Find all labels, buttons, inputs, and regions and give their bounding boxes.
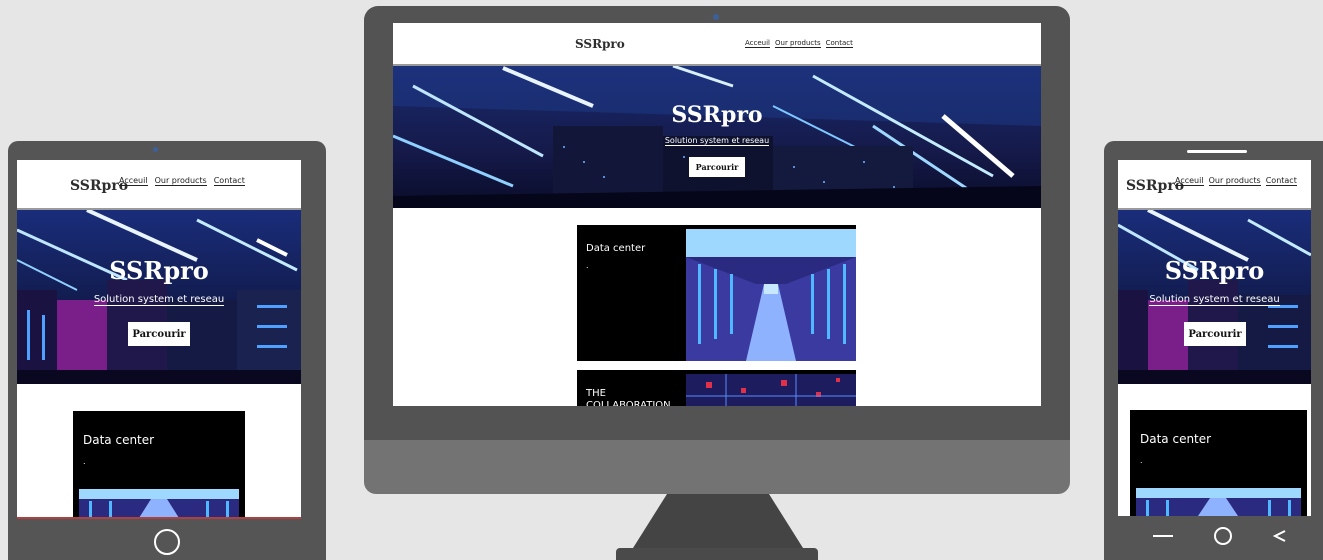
site-header: SSRpro Acceuil Our products Contact <box>393 23 1041 66</box>
nav-links: Acceuil Our products Contact <box>119 176 245 186</box>
tablet-website: SSRpro Acceuil Our products Contact SSRp… <box>17 160 301 518</box>
recent-apps-dash-icon[interactable] <box>1153 535 1173 537</box>
card-text: . <box>83 457 86 466</box>
hero-title: SSRpro <box>1164 256 1265 285</box>
card-circuit-image <box>686 374 856 406</box>
site-header: SSRpro Acceuil Our products Contact <box>1118 160 1311 210</box>
monitor-camera <box>713 14 719 20</box>
hero-subtitle: Solution system et reseau <box>664 136 770 146</box>
site-logo[interactable]: SSRpro <box>575 37 625 51</box>
site-header: SSRpro Acceuil Our products Contact <box>17 160 301 210</box>
nav-links: Acceuil Our products Contact <box>1175 176 1297 186</box>
phone-website: SSRpro Acceuil Our products Contact SSRp… <box>1118 160 1311 516</box>
parcourir-button[interactable]: Parcourir <box>689 157 745 177</box>
monitor-stand-neck <box>633 494 803 548</box>
hero-title: SSRpro <box>109 256 209 285</box>
back-chevron-icon[interactable] <box>1272 527 1288 545</box>
home-circle-icon[interactable] <box>154 529 180 555</box>
nav-link-home[interactable]: Acceuil <box>1175 176 1204 186</box>
card-data-center[interactable]: Data center . <box>73 411 245 518</box>
nav-links: Acceuil Our products Contact <box>745 39 853 48</box>
home-circle-icon[interactable] <box>1214 527 1232 545</box>
tablet-camera <box>153 147 158 152</box>
card-title: Data center <box>586 243 646 254</box>
tablet-screen-edge <box>17 517 301 519</box>
monitor-chin <box>364 440 1070 494</box>
card-data-center[interactable]: Data center . <box>577 225 856 361</box>
card-datacenter-image <box>1136 488 1301 516</box>
card-text: . <box>1140 456 1143 465</box>
nav-link-contact[interactable]: Contact <box>213 176 245 186</box>
hero-subtitle: Solution system et reseau <box>93 294 225 306</box>
parcourir-button[interactable]: Parcourir <box>1184 322 1246 346</box>
card-collaboration[interactable]: THE COLLABORATION <box>577 370 856 406</box>
card-datacenter-image <box>686 229 856 361</box>
parcourir-button[interactable]: Parcourir <box>128 322 190 346</box>
hero-banner: SSRpro Solution system et reseau Parcour… <box>17 210 301 384</box>
desktop-website: SSRpro Acceuil Our products Contact SSRp… <box>393 23 1041 406</box>
phone-speaker <box>1187 150 1247 153</box>
card-title: THE COLLABORATION <box>586 388 671 406</box>
hero-banner: SSRpro Solution system et reseau Parcour… <box>1118 210 1311 384</box>
nav-link-products[interactable]: Our products <box>154 176 207 186</box>
nav-link-products[interactable]: Our products <box>775 39 821 48</box>
card-text: . <box>586 261 589 270</box>
nav-link-contact[interactable]: Contact <box>825 39 853 48</box>
nav-link-products[interactable]: Our products <box>1208 176 1261 186</box>
hero-banner: SSRpro Solution system et reseau Parcour… <box>393 66 1041 208</box>
card-datacenter-image <box>79 489 239 518</box>
nav-link-home[interactable]: Acceuil <box>745 39 770 48</box>
card-title: Data center <box>1140 432 1212 446</box>
nav-link-contact[interactable]: Contact <box>1265 176 1297 186</box>
card-title: Data center <box>83 433 155 447</box>
card-data-center[interactable]: Data center . <box>1130 410 1307 516</box>
monitor-stand-base <box>616 548 818 560</box>
nav-link-home[interactable]: Acceuil <box>119 176 148 186</box>
hero-title: SSRpro <box>671 102 763 128</box>
hero-subtitle: Solution system et reseau <box>1149 294 1280 306</box>
